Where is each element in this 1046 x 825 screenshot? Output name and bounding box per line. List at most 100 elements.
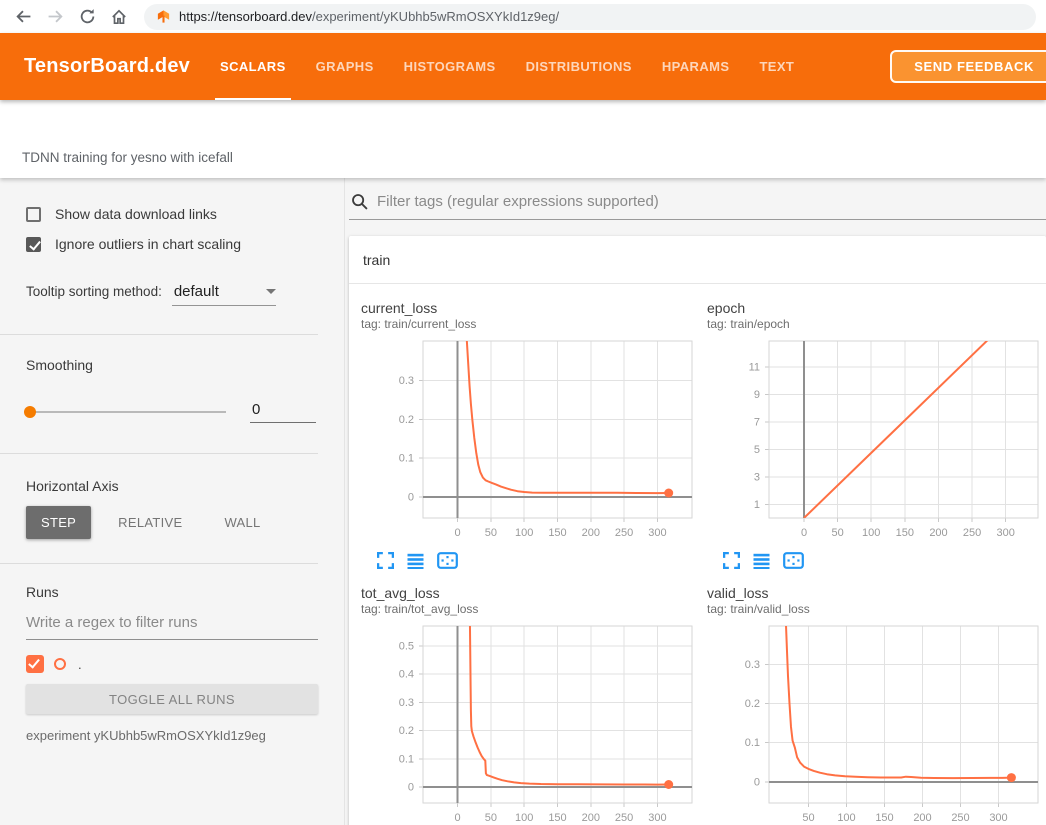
- chart-tag: tag: train/tot_avg_loss: [361, 602, 699, 616]
- screen: https://tensorboard.dev/experiment/yKUbh…: [0, 0, 1046, 825]
- svg-text:0.2: 0.2: [399, 725, 414, 737]
- svg-text:3: 3: [754, 471, 760, 483]
- experiment-id-label: experiment yKUbhb5wRmOSXYkId1z9eg: [26, 728, 318, 743]
- svg-text:5: 5: [754, 444, 760, 456]
- svg-text:100: 100: [515, 527, 533, 539]
- chart-footer-icons: [707, 552, 1045, 569]
- chart-epoch: epoch tag: train/epoch 05010015020025030…: [707, 300, 1045, 569]
- svg-text:100: 100: [515, 812, 533, 824]
- tab-scalars[interactable]: SCALARS: [205, 33, 301, 100]
- chart-title: epoch: [707, 300, 1045, 316]
- app-logo[interactable]: TensorBoard.dev: [0, 55, 205, 78]
- svg-text:1: 1: [754, 499, 760, 511]
- svg-text:50: 50: [485, 812, 497, 824]
- sidebar-divider: [0, 563, 318, 564]
- run-checkbox-checked-icon[interactable]: [26, 655, 44, 673]
- tab-graphs[interactable]: GRAPHS: [301, 33, 389, 100]
- svg-text:200: 200: [929, 527, 947, 539]
- svg-text:150: 150: [875, 812, 893, 824]
- experiment-title: TDNN training for yesno with icefall: [22, 150, 233, 165]
- chart-current-loss: current_loss tag: train/current_loss 050…: [361, 300, 699, 569]
- svg-text:11: 11: [749, 362, 760, 374]
- data-lines-icon[interactable]: [407, 553, 424, 569]
- svg-text:250: 250: [615, 812, 633, 824]
- svg-text:200: 200: [582, 527, 600, 539]
- data-lines-icon[interactable]: [753, 553, 770, 569]
- svg-text:0.1: 0.1: [745, 737, 760, 749]
- expand-fullscreen-icon[interactable]: [377, 552, 394, 569]
- tab-distributions[interactable]: DISTRIBUTIONS: [511, 33, 647, 100]
- svg-text:0: 0: [801, 527, 807, 539]
- run-color-circle-icon: [54, 658, 66, 670]
- svg-text:300: 300: [989, 812, 1007, 824]
- svg-text:150: 150: [548, 527, 566, 539]
- tensorboard-favicon-icon: [156, 9, 171, 24]
- chart-plot-area[interactable]: 05010015020025030000.10.20.30.40.5: [361, 622, 699, 825]
- svg-text:0: 0: [455, 812, 461, 824]
- fit-domain-icon[interactable]: [783, 552, 804, 569]
- svg-text:0.1: 0.1: [399, 453, 414, 465]
- svg-text:200: 200: [913, 812, 931, 824]
- toggle-all-runs-button[interactable]: TOGGLE ALL RUNS: [26, 684, 318, 714]
- fit-domain-icon[interactable]: [437, 552, 458, 569]
- smoothing-slider-thumb[interactable]: [24, 406, 36, 418]
- axis-relative-button[interactable]: RELATIVE: [103, 506, 197, 539]
- svg-text:0.2: 0.2: [745, 698, 760, 710]
- svg-text:9: 9: [754, 389, 760, 401]
- tab-hparams[interactable]: HPARAMS: [647, 33, 745, 100]
- forward-arrow-icon: [47, 8, 64, 25]
- ignore-outliers-checkbox-row[interactable]: Ignore outliers in chart scaling: [26, 233, 318, 255]
- runs-filter-input[interactable]: [26, 614, 318, 631]
- svg-text:100: 100: [837, 812, 855, 824]
- svg-text:250: 250: [615, 527, 633, 539]
- chart-plot-area[interactable]: 0501001502002503001357911: [707, 337, 1045, 548]
- svg-text:7: 7: [754, 417, 760, 429]
- app-header: TensorBoard.dev SCALARS GRAPHS HISTOGRAM…: [0, 33, 1046, 100]
- svg-text:300: 300: [648, 527, 666, 539]
- tab-histograms[interactable]: HISTOGRAMS: [389, 33, 511, 100]
- checkbox-unchecked-icon: [26, 207, 41, 222]
- run-row: .: [26, 655, 318, 673]
- svg-text:300: 300: [997, 527, 1015, 539]
- reload-icon[interactable]: [74, 4, 100, 30]
- dashboard-content: train current_loss tag: train/current_lo…: [345, 178, 1046, 825]
- horizontal-axis-label: Horizontal Axis: [26, 478, 318, 494]
- svg-text:100: 100: [862, 527, 880, 539]
- svg-text:0: 0: [455, 527, 461, 539]
- svg-text:0.3: 0.3: [399, 375, 414, 387]
- run-name: .: [78, 657, 82, 672]
- svg-text:0: 0: [754, 776, 760, 788]
- checkbox-checked-icon: [26, 237, 41, 252]
- tab-bar: SCALARS GRAPHS HISTOGRAMS DISTRIBUTIONS …: [205, 33, 809, 100]
- forward-icon[interactable]: [42, 4, 68, 30]
- svg-text:250: 250: [951, 812, 969, 824]
- send-feedback-button[interactable]: SEND FEEDBACK: [890, 50, 1046, 83]
- svg-text:0: 0: [408, 492, 414, 504]
- show-download-links-label: Show data download links: [55, 203, 217, 225]
- axis-step-button[interactable]: STEP: [26, 506, 91, 539]
- home-icon[interactable]: [106, 4, 132, 30]
- axis-wall-button[interactable]: WALL: [209, 506, 275, 539]
- address-bar[interactable]: https://tensorboard.dev/experiment/yKUbh…: [144, 4, 1036, 30]
- show-download-links-checkbox-row[interactable]: Show data download links: [26, 203, 318, 225]
- horizontal-axis-buttons: STEP RELATIVE WALL: [26, 506, 318, 539]
- smoothing-label: Smoothing: [26, 357, 318, 373]
- svg-text:0.2: 0.2: [399, 414, 414, 426]
- svg-text:0.1: 0.1: [399, 753, 414, 765]
- smoothing-slider[interactable]: [26, 411, 226, 413]
- svg-text:0.4: 0.4: [399, 669, 414, 681]
- home-glyph-icon: [110, 8, 128, 26]
- chart-valid-loss: valid_loss tag: train/valid_loss 5010015…: [707, 585, 1045, 825]
- smoothing-value-input[interactable]: 0: [250, 401, 316, 423]
- chart-plot-area[interactable]: 05010015020025030000.10.20.3: [361, 337, 699, 548]
- tab-text[interactable]: TEXT: [744, 33, 809, 100]
- chevron-down-icon: [266, 289, 276, 294]
- chart-tag: tag: train/valid_loss: [707, 602, 1045, 616]
- back-icon[interactable]: [10, 4, 36, 30]
- tooltip-sorting-select[interactable]: default: [172, 283, 276, 306]
- chart-plot-area[interactable]: 5010015020025030000.10.20.3: [707, 622, 1045, 825]
- url-text: https://tensorboard.dev/experiment/yKUbh…: [179, 9, 559, 24]
- filter-tags-input[interactable]: [377, 193, 1046, 210]
- train-group-header[interactable]: train: [349, 236, 1046, 284]
- expand-fullscreen-icon[interactable]: [723, 552, 740, 569]
